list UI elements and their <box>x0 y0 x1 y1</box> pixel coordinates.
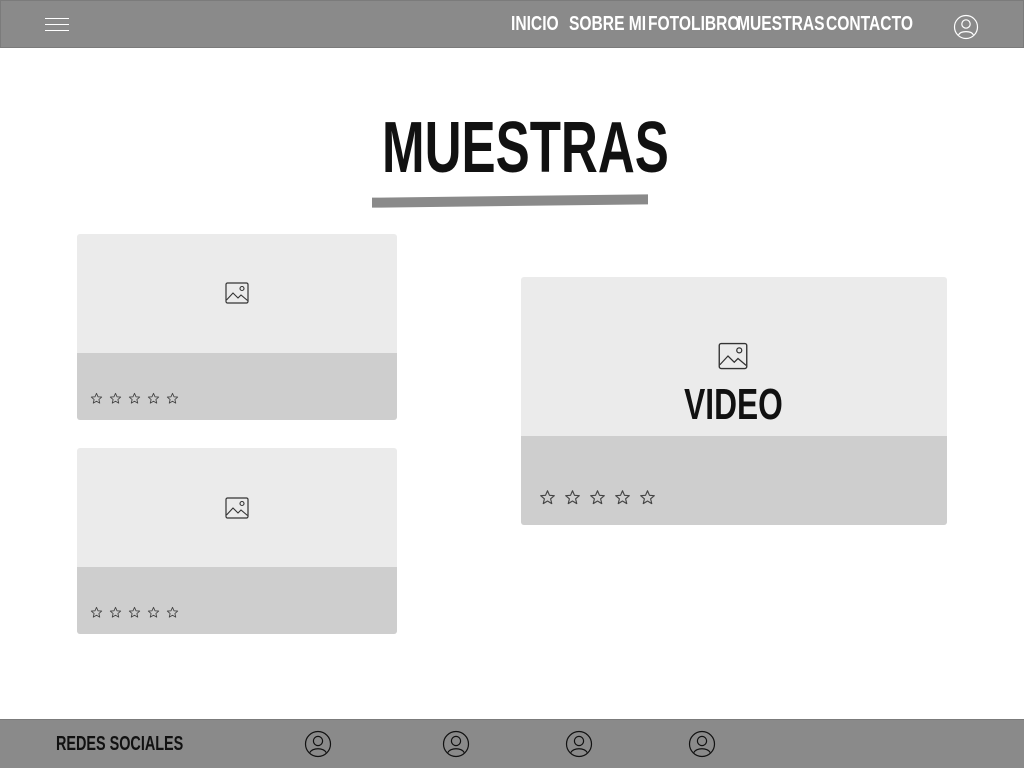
rating-stars <box>539 489 656 506</box>
user-icon[interactable] <box>565 730 593 758</box>
user-icon[interactable] <box>442 730 470 758</box>
star-icon[interactable] <box>109 606 122 619</box>
star-icon[interactable] <box>166 606 179 619</box>
nav-item-label: INICIO <box>511 13 559 35</box>
star-icon[interactable] <box>614 489 631 506</box>
title-underline <box>372 194 648 208</box>
card-footer <box>521 436 947 525</box>
star-icon[interactable] <box>539 489 556 506</box>
nav-item-contacto[interactable]: CONTACTO <box>826 11 937 37</box>
star-icon[interactable] <box>564 489 581 506</box>
card-media <box>77 448 397 567</box>
image-icon <box>225 497 249 519</box>
user-icon[interactable] <box>953 14 979 40</box>
star-icon[interactable] <box>128 606 141 619</box>
nav-item-label: MUESTRAS <box>737 13 825 35</box>
page-title-text: MUESTRAS <box>382 108 669 188</box>
star-icon[interactable] <box>589 489 606 506</box>
rating-stars <box>90 392 179 405</box>
star-icon[interactable] <box>109 392 122 405</box>
user-icon[interactable] <box>304 730 332 758</box>
rating-stars <box>90 606 179 619</box>
star-icon[interactable] <box>639 489 656 506</box>
nav-item-label: FOTOLIBRO <box>648 13 740 35</box>
star-icon[interactable] <box>90 392 103 405</box>
image-icon <box>718 342 748 370</box>
card-footer <box>77 567 397 634</box>
star-icon[interactable] <box>147 606 160 619</box>
star-icon[interactable] <box>166 392 179 405</box>
user-icon[interactable] <box>688 730 716 758</box>
video-label-text: VIDEO <box>684 380 783 429</box>
footer-bar: REDES SOCIALES <box>0 719 1024 768</box>
media-card[interactable] <box>77 234 397 420</box>
hamburger-menu-icon[interactable] <box>45 17 69 33</box>
card-footer <box>77 353 397 420</box>
video-label: VIDEO <box>521 381 946 429</box>
card-media <box>77 234 397 353</box>
media-card[interactable] <box>77 448 397 634</box>
nav-item-inicio[interactable]: INICIO <box>511 11 572 37</box>
star-icon[interactable] <box>90 606 103 619</box>
social-label-text: REDES SOCIALES <box>56 733 184 755</box>
star-icon[interactable] <box>147 392 160 405</box>
top-navigation-bar: INICIO SOBRE MI FOTOLIBRO MUESTRAS CONTA… <box>0 0 1024 48</box>
nav-item-label: SOBRE MI <box>569 13 647 35</box>
nav-item-label: CONTACTO <box>826 13 913 35</box>
image-icon <box>225 282 249 304</box>
page-title: MUESTRAS <box>382 108 786 188</box>
social-label: REDES SOCIALES <box>56 731 233 757</box>
star-icon[interactable] <box>128 392 141 405</box>
